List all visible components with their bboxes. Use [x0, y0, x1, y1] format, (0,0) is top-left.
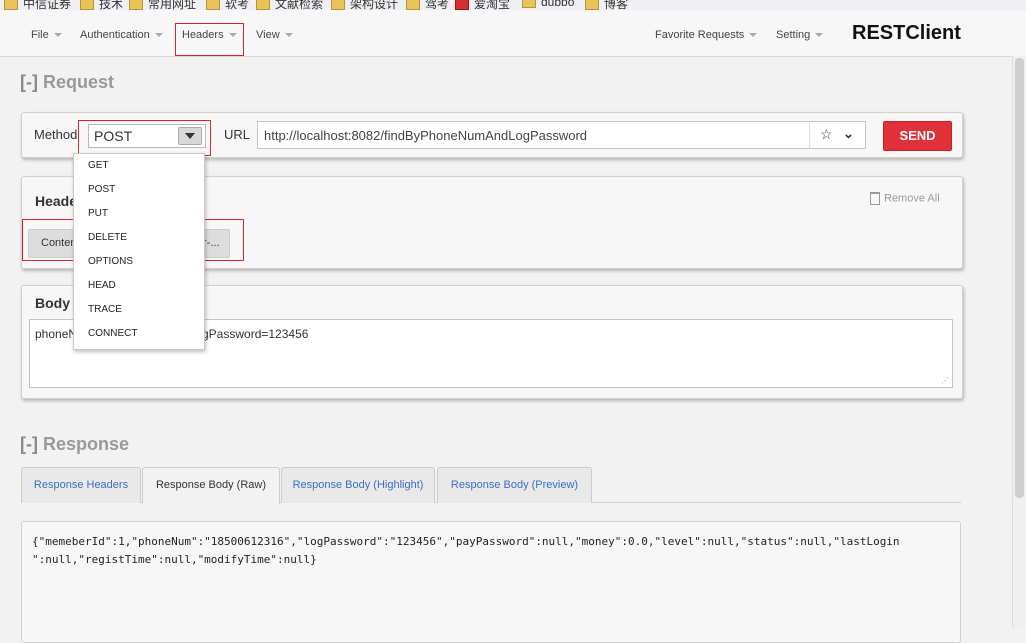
method-option-connect[interactable]: CONNECT	[88, 328, 137, 339]
trash-icon	[870, 192, 880, 205]
menu-authentication[interactable]: Authentication	[80, 29, 163, 41]
menu-view[interactable]: View	[256, 29, 293, 41]
tab-response-body-raw[interactable]: Response Body (Raw)	[142, 467, 280, 504]
folder-icon	[406, 0, 420, 10]
brand-title: RESTClient	[852, 22, 961, 44]
bookmark-item[interactable]: dubbo	[522, 0, 574, 9]
top-navbar: File Authentication Headers View Favorit…	[0, 10, 1026, 57]
folder-icon	[129, 0, 143, 10]
bookmark-item[interactable]: 博客	[585, 0, 628, 10]
bookmark-item[interactable]: 中信证券	[4, 0, 71, 10]
folder-icon	[585, 0, 599, 10]
method-option-delete[interactable]: DELETE	[88, 232, 127, 243]
body-panel-title: Body	[35, 295, 70, 311]
response-body-text: {"memeberId":1,"phoneNum":"18500612316",…	[32, 533, 952, 569]
url-controls: ☆ ⌄	[809, 121, 866, 149]
tab-response-headers[interactable]: Response Headers	[21, 467, 141, 503]
tab-response-body-preview[interactable]: Response Body (Preview)	[437, 467, 592, 503]
caret-down-icon	[815, 33, 824, 38]
bookmark-item[interactable]: 常用网址	[129, 0, 196, 10]
response-body-box[interactable]: {"memeberId":1,"phoneNum":"18500612316",…	[21, 521, 961, 643]
taobao-icon	[455, 0, 469, 10]
folder-icon	[4, 0, 18, 10]
highlight-box-method	[78, 120, 211, 156]
body-text-left: phoneN	[35, 327, 78, 341]
method-label: Method	[34, 127, 78, 142]
scrollbar-thumb[interactable]	[1015, 58, 1024, 498]
send-button[interactable]: SEND	[883, 121, 952, 151]
caret-down-icon	[154, 33, 163, 38]
method-option-trace[interactable]: TRACE	[88, 304, 122, 315]
method-option-get[interactable]: GET	[88, 160, 109, 171]
caret-down-icon	[284, 33, 293, 38]
remove-all-button[interactable]: Remove All	[870, 192, 940, 205]
method-dropdown-menu: GET POST PUT DELETE OPTIONS HEAD TRACE C…	[73, 153, 205, 350]
star-icon[interactable]: ☆	[820, 126, 833, 143]
folder-icon	[256, 0, 270, 10]
folder-icon	[206, 0, 220, 10]
highlight-box-headers	[175, 23, 244, 56]
folder-icon	[522, 0, 536, 9]
caret-down-icon	[749, 33, 758, 38]
method-option-put[interactable]: PUT	[88, 208, 108, 219]
response-section-title[interactable]: [-] Response	[20, 434, 129, 455]
folder-icon	[331, 0, 345, 10]
bookmark-item[interactable]: 技术	[80, 0, 123, 10]
menu-setting[interactable]: Setting	[776, 29, 824, 41]
request-section-title[interactable]: [-] Request	[20, 72, 114, 93]
url-input[interactable]: http://localhost:8082/findByPhoneNumAndL…	[257, 121, 811, 149]
menu-file[interactable]: File	[31, 29, 62, 41]
page-scrollbar[interactable]	[1012, 56, 1026, 628]
folder-icon	[80, 0, 94, 10]
tab-response-body-highlight[interactable]: Response Body (Highlight)	[281, 467, 435, 503]
menu-favorite-requests[interactable]: Favorite Requests	[655, 29, 758, 41]
response-line-1: {"memeberId":1,"phoneNum":"18500612316",…	[32, 535, 900, 548]
bookmark-item[interactable]: 驾考	[406, 0, 449, 10]
method-option-options[interactable]: OPTIONS	[88, 256, 133, 267]
url-value: http://localhost:8082/findByPhoneNumAndL…	[264, 128, 588, 143]
resize-grip-icon[interactable]: ⋰	[941, 376, 949, 385]
chevron-down-icon[interactable]: ⌄	[843, 126, 854, 142]
body-text-right: gPassword=123456	[202, 327, 309, 341]
headers-panel-title: Heade	[35, 193, 78, 209]
method-option-post[interactable]: POST	[88, 184, 115, 195]
caret-down-icon	[53, 33, 62, 38]
url-label: URL	[224, 127, 251, 142]
bookmark-item[interactable]: 爱淘宝	[455, 0, 510, 10]
response-line-2: ":null,"registTime":null,"modifyTime":nu…	[32, 553, 317, 566]
bookmarks-bar: 中信证券 技术 常用网址 软考 文献检索 架构设计 驾考 爱淘宝 dubbo 博…	[0, 0, 1026, 10]
bookmark-item[interactable]: 软考	[206, 0, 249, 10]
method-option-head[interactable]: HEAD	[88, 280, 116, 291]
bookmark-item[interactable]: 架构设计	[331, 0, 398, 10]
bookmark-item[interactable]: 文献检索	[256, 0, 323, 10]
